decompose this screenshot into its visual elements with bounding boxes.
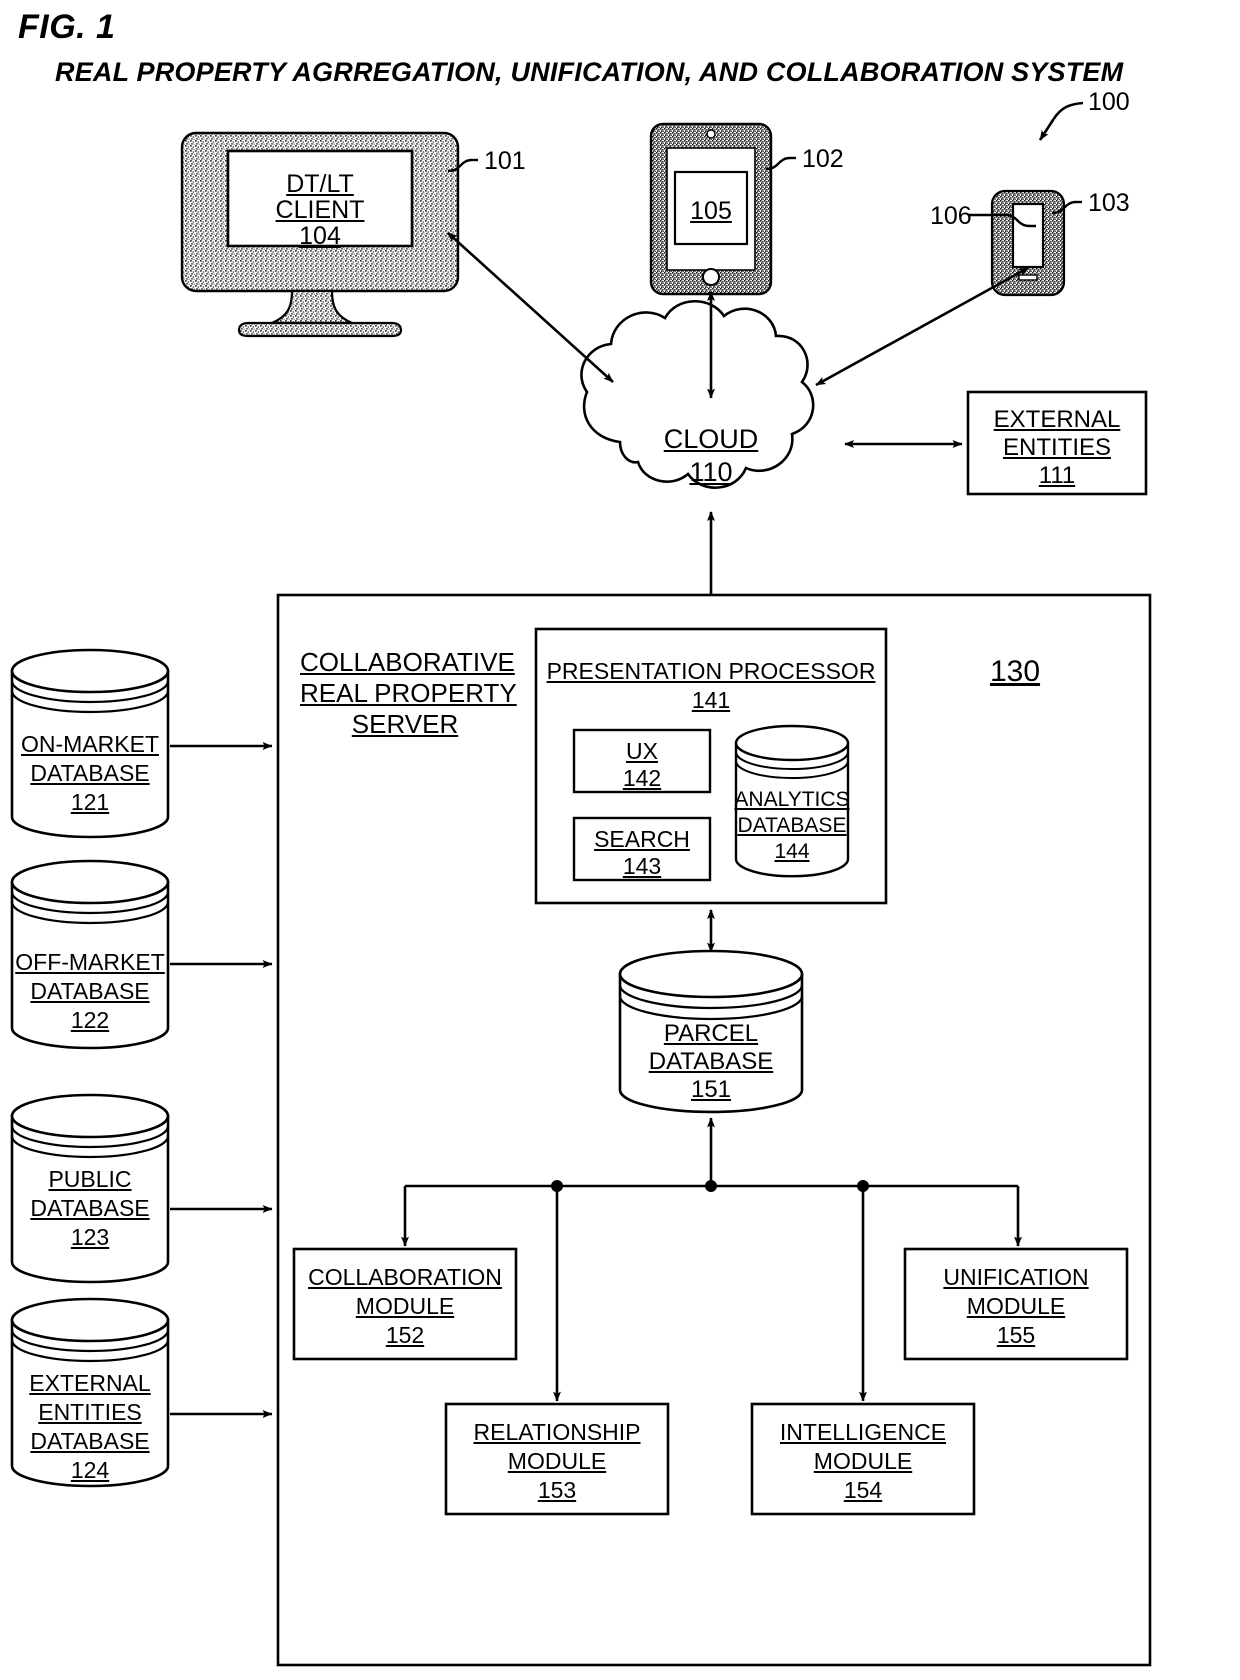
ux-ref: 142 <box>622 765 662 791</box>
external-entities-db-line1: EXTERNAL <box>29 1370 151 1396</box>
parcel-db-line1: PARCEL <box>663 1020 759 1047</box>
server-title-line1: COLLABORATIVE <box>300 647 515 677</box>
search-label: SEARCH <box>594 826 690 852</box>
external-entities-line2: ENTITIES <box>1002 434 1111 461</box>
external-entities-db-line2: ENTITIES <box>38 1399 142 1425</box>
server-title-line3: SERVER <box>351 709 459 739</box>
intelligence-module-ref: 154 <box>843 1477 883 1503</box>
parcel-db-line2: DATABASE <box>648 1048 774 1075</box>
external-entities-line1: EXTERNAL <box>993 406 1121 433</box>
intelligence-module-line1: INTELLIGENCE <box>779 1419 947 1445</box>
unification-module-ref: 155 <box>996 1322 1036 1348</box>
external-entities-db-line3: DATABASE <box>30 1428 150 1454</box>
relationship-module-line2: MODULE <box>507 1448 607 1474</box>
system-ref-100: 100 <box>1088 88 1130 116</box>
analytics-db-line2: DATABASE <box>737 814 847 837</box>
external-entities-ref: 111 <box>1038 462 1076 489</box>
on-market-db-line1: ON-MARKET <box>21 731 159 757</box>
collaboration-module-line1: COLLABORATION <box>308 1264 502 1290</box>
ux-label: UX <box>626 738 658 764</box>
relationship-module-line1: RELATIONSHIP <box>473 1419 641 1445</box>
relationship-module-ref: 153 <box>537 1477 577 1503</box>
cloud-label: CLOUD <box>663 424 759 454</box>
tablet-ref-102: 102 <box>802 145 844 173</box>
analytics-db-line1: ANALYTICS <box>734 788 850 811</box>
intelligence-module-line2: MODULE <box>813 1448 913 1474</box>
presentation-processor-ref: 141 <box>691 687 731 713</box>
search-ref: 143 <box>622 853 662 879</box>
patent-figure: FIG. 1 REAL PROPERTY AGRREGATION, UNIFIC… <box>0 0 1240 1680</box>
desktop-screen-ref: 104 <box>299 222 341 250</box>
cloud-ref: 110 <box>689 457 733 487</box>
off-market-db-line2: DATABASE <box>30 978 150 1004</box>
public-db-ref: 123 <box>70 1224 110 1250</box>
on-market-db-line2: DATABASE <box>30 760 150 786</box>
presentation-processor-label: PRESENTATION PROCESSOR <box>546 658 876 684</box>
tablet-screen-ref: 105 <box>690 197 732 225</box>
on-market-db-ref: 121 <box>70 789 110 815</box>
parcel-db-ref: 151 <box>690 1076 732 1103</box>
public-db-line2: DATABASE <box>30 1195 150 1221</box>
phone-screen-ref-106: 106 <box>930 202 972 230</box>
external-entities-db-ref: 124 <box>70 1457 110 1483</box>
collaboration-module-ref: 152 <box>385 1322 425 1348</box>
collaboration-module-line2: MODULE <box>355 1293 455 1319</box>
public-db-line1: PUBLIC <box>48 1166 132 1192</box>
unification-module-line2: MODULE <box>966 1293 1066 1319</box>
phone-graphic <box>968 189 1082 297</box>
phone-ref-103: 103 <box>1088 189 1130 217</box>
server-ref-130: 130 <box>990 655 1041 688</box>
server-title-line2: REAL PROPERTY <box>300 678 517 708</box>
desktop-ref-101: 101 <box>484 147 526 175</box>
off-market-db-line1: OFF-MARKET <box>15 949 165 975</box>
analytics-db-ref: 144 <box>774 840 810 863</box>
off-market-db-ref: 122 <box>70 1007 110 1033</box>
unification-module-line1: UNIFICATION <box>943 1264 1089 1290</box>
